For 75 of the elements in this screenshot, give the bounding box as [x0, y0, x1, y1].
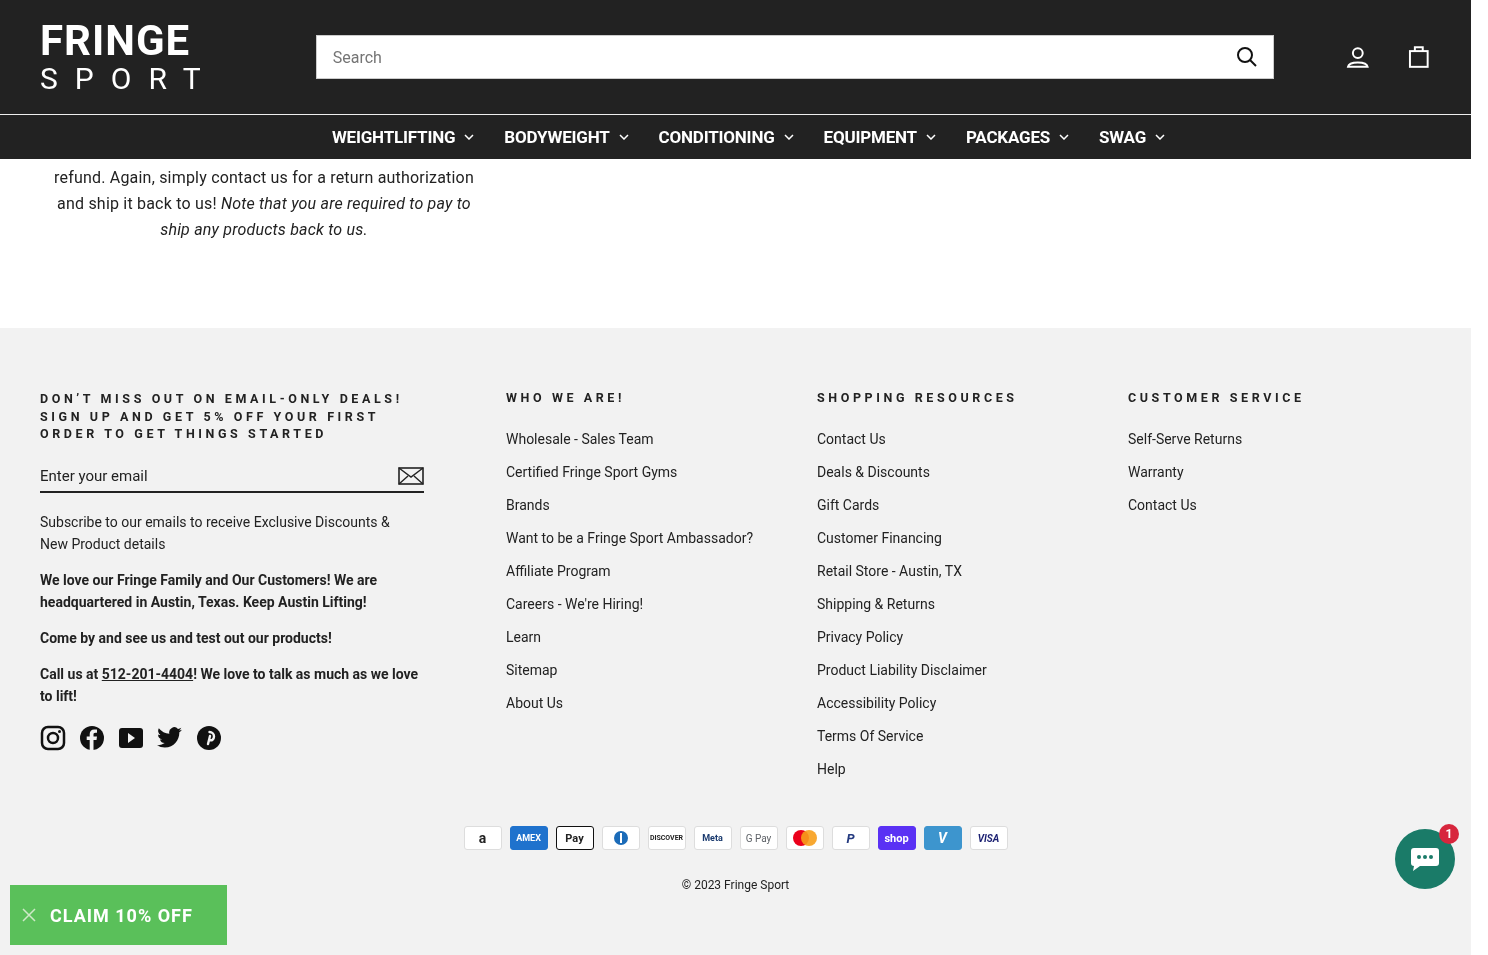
facebook-icon[interactable]: [79, 724, 105, 751]
footer-link[interactable]: Deals & Discounts: [817, 456, 930, 489]
pinterest-icon[interactable]: [196, 724, 222, 751]
chat-bubble-icon[interactable]: [1410, 846, 1440, 872]
payment-method-icon: Meta: [693, 826, 732, 850]
footer-link[interactable]: Retail Store - Austin, TX: [817, 555, 962, 588]
phone-link[interactable]: 512-201-4404: [101, 665, 194, 682]
account-icon[interactable]: [1345, 45, 1370, 69]
chevron-down-icon[interactable]: [618, 134, 629, 140]
newsletter-note: Subscribe to our emails to receive Exclusive Discounts & New Product details: [40, 512, 391, 554]
footer-link[interactable]: Careers - We're Hiring!: [506, 588, 644, 621]
footer-link[interactable]: Accessibility Policy: [817, 687, 937, 720]
payment-method-icon: a: [463, 826, 502, 850]
chevron-down-icon[interactable]: [464, 134, 475, 140]
payment-method-icon: AMEX: [509, 826, 548, 850]
payment-method-icon: shop: [877, 826, 916, 850]
footer-link[interactable]: Shipping & Returns: [817, 588, 935, 621]
payment-method-icon: P: [831, 826, 870, 850]
chat-button[interactable]: [1395, 829, 1455, 889]
nav-menu-item[interactable]: EQUIPMENT: [823, 127, 936, 147]
article-text: refund. Again, simply contact us for a return authorization: [53, 167, 475, 189]
footer-link[interactable]: Warranty: [1128, 456, 1184, 489]
about-text: Come by and see us and test out our products!: [40, 628, 333, 648]
search-icon[interactable]: [1235, 46, 1258, 68]
youtube-icon[interactable]: [118, 726, 144, 749]
footer-link[interactable]: Certified Fringe Sport Gyms: [506, 456, 678, 489]
envelope-icon[interactable]: [398, 466, 424, 485]
payment-method-icon: Pay: [555, 826, 594, 850]
payment-method-icon: [785, 826, 824, 850]
footer-link[interactable]: Self-Serve Returns: [1128, 423, 1243, 456]
chevron-down-icon[interactable]: [1059, 134, 1070, 140]
instagram-icon[interactable]: [40, 724, 66, 751]
bag-icon[interactable]: [1407, 45, 1431, 69]
column-heading: WHO WE ARE!: [506, 390, 625, 405]
nav-menu-item[interactable]: BODYWEIGHT: [504, 127, 629, 147]
footer-link[interactable]: Privacy Policy: [817, 621, 904, 654]
footer-link[interactable]: Want to be a Fringe Sport Ambassador?: [506, 522, 754, 555]
nav-menu-item[interactable]: WEIGHTLIFTING: [331, 127, 475, 147]
close-icon: [22, 908, 36, 922]
column-heading: SHOPPING RESOURCES: [817, 390, 1018, 405]
nav-menu-item[interactable]: SWAG: [1099, 127, 1166, 147]
footer-link[interactable]: Affiliate Program: [506, 555, 611, 588]
footer-link[interactable]: Sitemap: [506, 654, 558, 687]
footer-link[interactable]: Contact Us: [1128, 489, 1197, 522]
footer-link[interactable]: Customer Financing: [817, 522, 942, 555]
article-text: and ship it back to us! Note that you are required to pay to: [56, 193, 472, 215]
email-field[interactable]: Enter your email: [40, 466, 424, 493]
payment-method-icon: V: [923, 826, 962, 850]
logo[interactable]: FRINGE SPORT: [40, 20, 296, 94]
contact-text: Call us at 512-201-4404! We love to talk as much as we love to lift!: [40, 664, 420, 706]
footer-link[interactable]: Product Liability Disclaimer: [817, 654, 987, 687]
about-text: We love our Fringe Family and Our Customers! We are headquartered in Austin, Texas. Keep Austin Lifting!: [40, 570, 379, 612]
chevron-down-icon[interactable]: [783, 134, 794, 140]
chevron-down-icon[interactable]: [1155, 134, 1166, 140]
twitter-bird-icon[interactable]: [157, 726, 183, 749]
footer-link[interactable]: Gift Cards: [817, 489, 880, 522]
nav-menu-item[interactable]: CONDITIONING: [658, 127, 794, 147]
payment-method-icon: G Pay: [739, 826, 778, 850]
notification-badge: 1: [1439, 824, 1459, 844]
footer-link[interactable]: Contact Us: [817, 423, 886, 456]
nav-menu-item[interactable]: PACKAGES: [965, 127, 1070, 147]
footer-link[interactable]: Learn: [506, 621, 542, 654]
chevron-down-icon[interactable]: [925, 134, 936, 140]
footer-link[interactable]: Terms Of Service: [817, 720, 924, 753]
payment-method-icon: [601, 826, 640, 850]
search-field[interactable]: Search: [315, 35, 1274, 79]
footer-link[interactable]: Help: [817, 753, 846, 786]
footer-link[interactable]: Brands: [506, 489, 550, 522]
payment-method-icon: VISA: [969, 826, 1008, 850]
column-heading: CUSTOMER SERVICE: [1128, 390, 1305, 405]
copyright-text: © 2023 Fringe Sport: [680, 878, 791, 892]
newsletter-heading: DON’T MISS OUT ON EMAIL-ONLY DEALS! SIGN UP AND GET 5% OFF YOUR FIRST ORDER TO GET THINGS STARTED: [40, 390, 404, 443]
footer-link[interactable]: Wholesale - Sales Team: [506, 423, 654, 456]
article-text: ship any products back to us.: [159, 219, 369, 241]
footer-link[interactable]: About Us: [506, 687, 564, 720]
